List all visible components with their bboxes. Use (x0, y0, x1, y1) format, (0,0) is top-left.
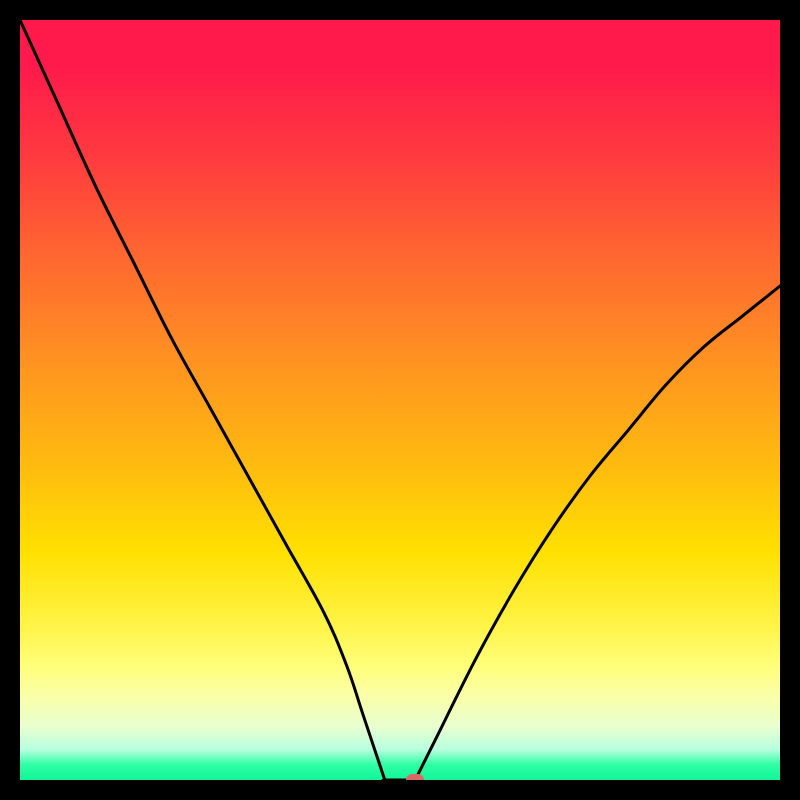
plot-area (20, 20, 780, 780)
bottleneck-curve (20, 20, 780, 780)
optimal-marker (406, 774, 424, 780)
